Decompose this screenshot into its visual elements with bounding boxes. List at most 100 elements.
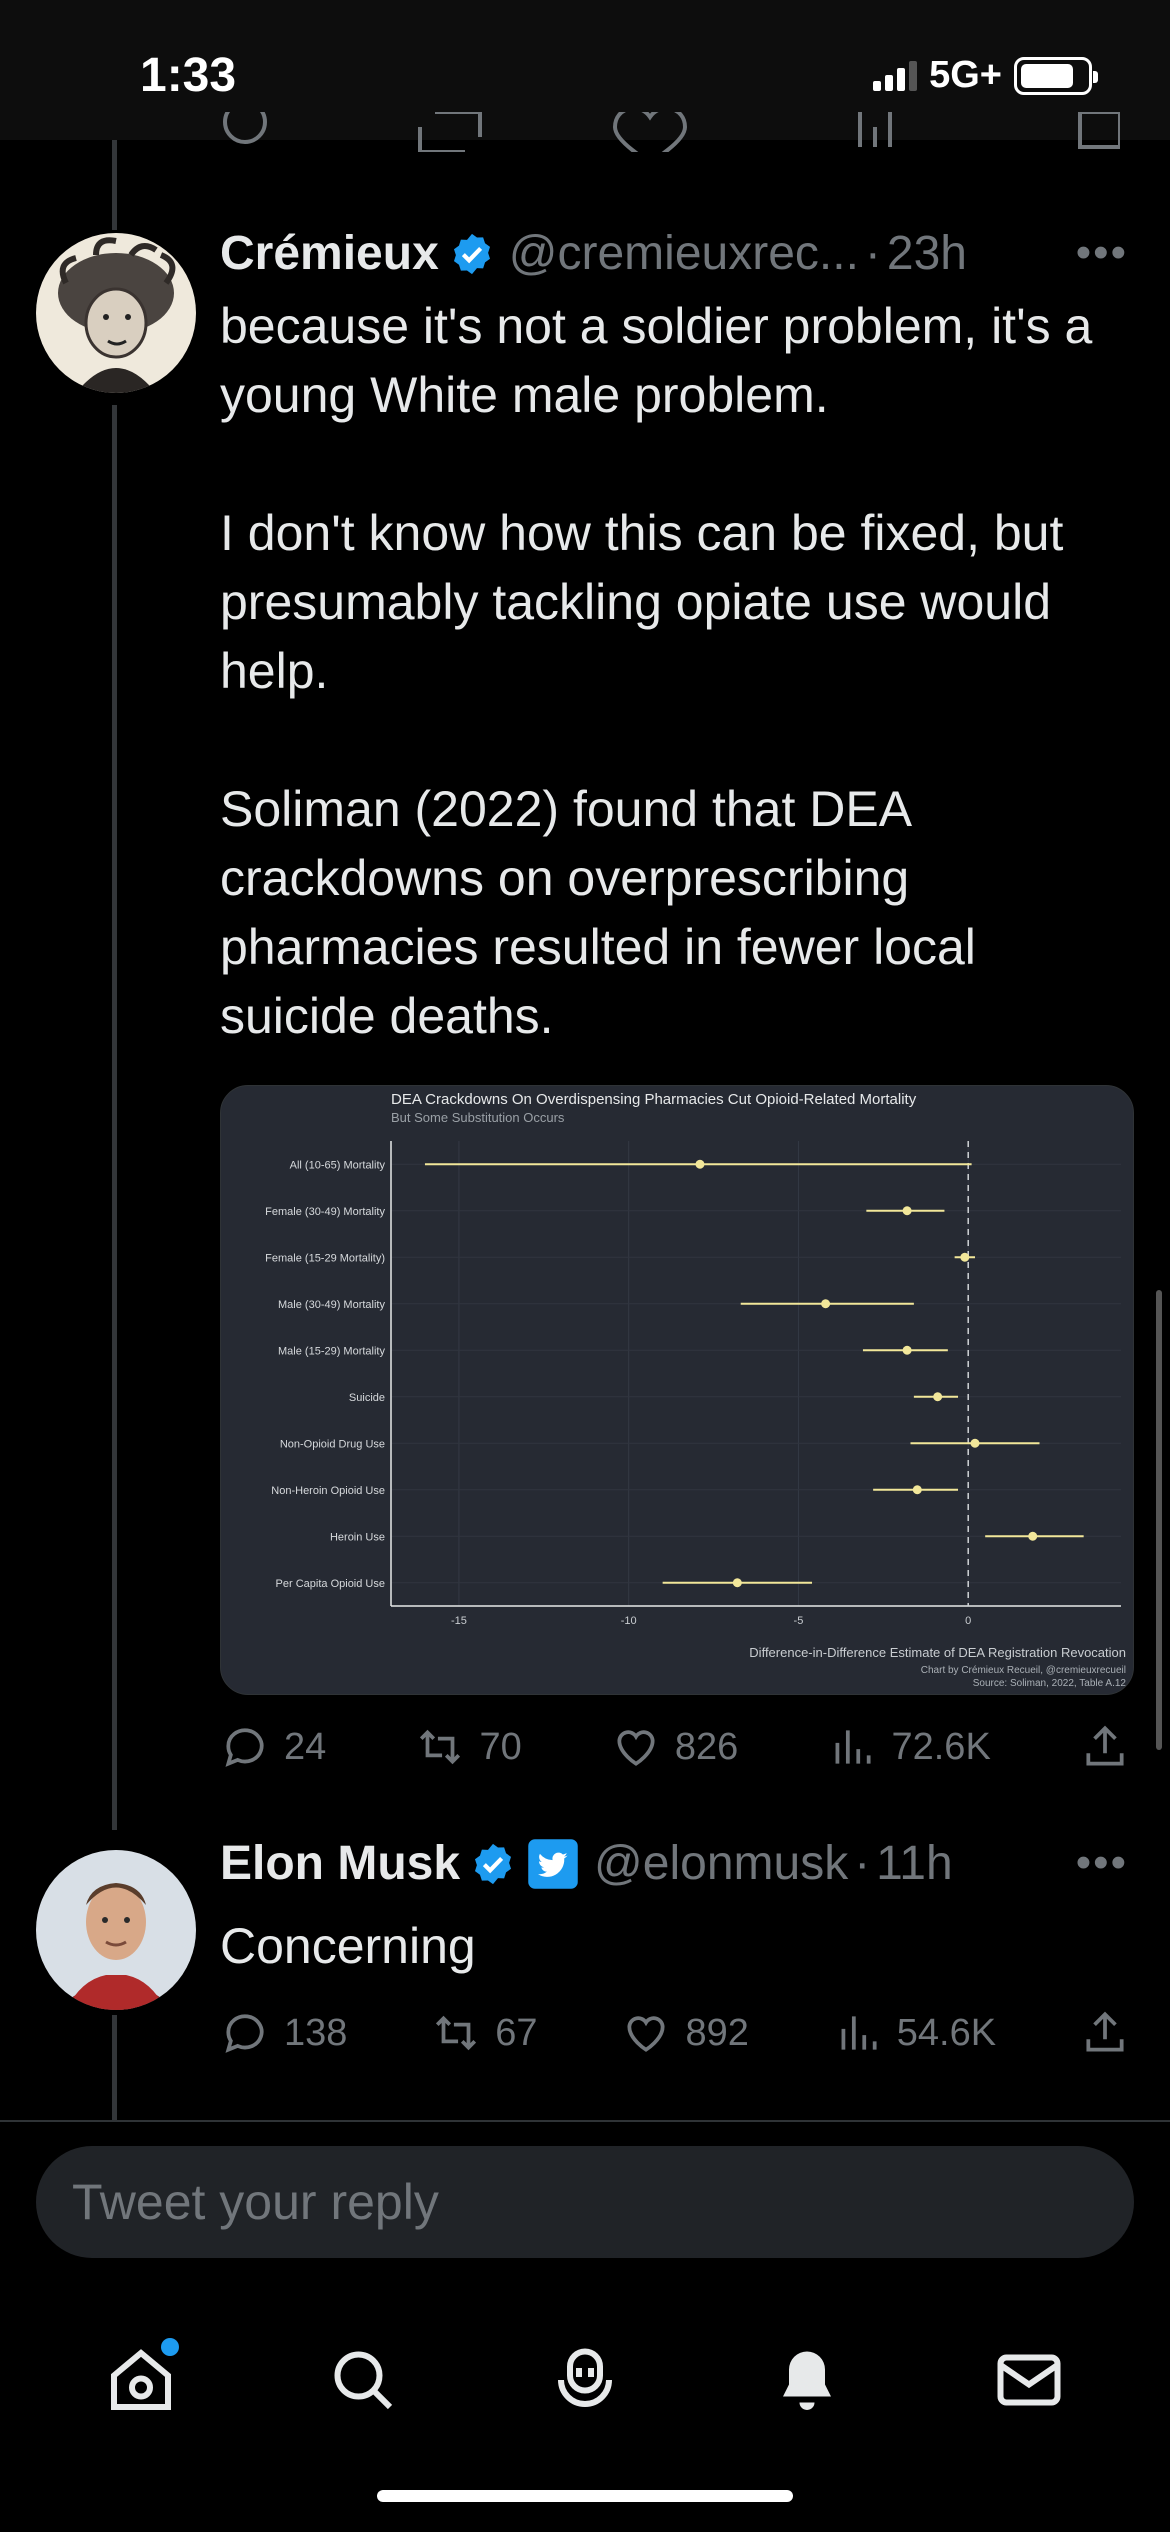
verified-badge-icon bbox=[475, 1843, 512, 1884]
views-button[interactable]: 72.6K bbox=[827, 1722, 991, 1772]
x-tick-label: 0 bbox=[965, 1615, 971, 1627]
nav-notifications[interactable] bbox=[767, 2340, 847, 2420]
point-estimate bbox=[960, 1252, 970, 1262]
y-tick-label: Per Capita Opioid Use bbox=[276, 1578, 385, 1590]
like-button[interactable]: 826 bbox=[611, 1722, 738, 1772]
views-button[interactable]: 54.6K bbox=[833, 2008, 996, 2058]
nav-home[interactable] bbox=[101, 2338, 181, 2420]
tweet-actions: 138 67 892 54.6K bbox=[220, 2008, 1130, 2058]
reply-button[interactable]: 24 bbox=[220, 1722, 326, 1772]
avatar[interactable] bbox=[36, 233, 196, 393]
heart-icon bbox=[627, 2016, 666, 2052]
more-options-icon[interactable]: ••• bbox=[1076, 228, 1128, 278]
y-tick-label: All (10-65) Mortality bbox=[290, 1159, 386, 1171]
retweet-icon bbox=[420, 1729, 461, 1765]
status-indicators: 5G+ bbox=[873, 54, 1098, 97]
user-handle[interactable]: @elonmusk bbox=[594, 1836, 848, 1891]
like-count: 826 bbox=[674, 1725, 739, 1768]
point-estimate bbox=[821, 1299, 831, 1309]
reply-count: 138 bbox=[284, 2011, 348, 2054]
notification-dot bbox=[161, 2338, 179, 2356]
scrollbar[interactable] bbox=[1156, 1290, 1162, 1750]
point-estimate bbox=[732, 1578, 742, 1588]
retweet-count: 67 bbox=[495, 2011, 538, 2054]
chart-title: DEA Crackdowns On Overdispensing Pharmac… bbox=[391, 1091, 917, 1108]
retweet-button[interactable]: 67 bbox=[431, 2008, 538, 2058]
x-tick-label: -15 bbox=[451, 1615, 467, 1627]
chart-image[interactable]: DEA Crackdowns On Overdispensing Pharmac… bbox=[220, 1085, 1134, 1695]
status-time: 1:33 bbox=[140, 49, 237, 102]
y-tick-label: Non-Heroin Opioid Use bbox=[271, 1485, 385, 1497]
view-count: 72.6K bbox=[891, 1725, 991, 1768]
share-icon bbox=[1086, 1725, 1124, 1766]
avatar-illustration-icon bbox=[36, 233, 196, 393]
forest-plot-chart: DEA Crackdowns On Overdispensing Pharmac… bbox=[265, 1091, 1127, 1689]
point-estimate bbox=[970, 1438, 980, 1448]
avatar-photo-icon bbox=[36, 1850, 196, 2010]
chart-credit: Chart by Crémieux Recueil, @cremieuxrecu… bbox=[921, 1665, 1126, 1676]
tweet-time[interactable]: 23h bbox=[887, 226, 967, 281]
y-tick-label: Female (15-29 Mortality) bbox=[265, 1252, 385, 1264]
point-estimate bbox=[933, 1392, 943, 1402]
display-name[interactable]: Elon Musk bbox=[220, 1836, 460, 1891]
y-tick-label: Male (30-49) Mortality bbox=[278, 1299, 385, 1311]
y-tick-label: Female (30-49) Mortality bbox=[265, 1206, 385, 1218]
point-estimate bbox=[1028, 1531, 1038, 1541]
point-estimate bbox=[902, 1345, 912, 1355]
display-name[interactable]: Crémieux bbox=[220, 226, 439, 281]
y-tick-label: Heroin Use bbox=[330, 1531, 385, 1543]
x-tick-label: -5 bbox=[794, 1615, 804, 1627]
search-icon bbox=[334, 2351, 393, 2410]
chart-source: Source: Soliman, 2022, Table A.12 bbox=[973, 1678, 1127, 1689]
tweet-text: because it's not a soldier problem, it's… bbox=[220, 298, 1093, 1044]
retweet-button[interactable]: 70 bbox=[415, 1722, 522, 1772]
reply-input[interactable]: Tweet your reply bbox=[36, 2146, 1134, 2258]
battery-icon bbox=[1014, 56, 1098, 95]
divider bbox=[0, 2120, 1170, 2122]
thread-line-bottom bbox=[112, 2015, 117, 2120]
twitter-affiliate-badge-icon bbox=[528, 1838, 578, 1889]
chart-subtitle: But Some Substitution Occurs bbox=[391, 1110, 565, 1125]
tweet-header: Crémieux @cremieuxrec... · 23h bbox=[220, 226, 967, 281]
share-button[interactable] bbox=[1080, 2008, 1130, 2058]
point-estimate bbox=[695, 1159, 705, 1169]
point-estimate bbox=[912, 1485, 922, 1495]
bell-icon bbox=[783, 2351, 831, 2410]
tweet-time[interactable]: 11h bbox=[876, 1836, 953, 1891]
y-tick-label: Non-Opioid Drug Use bbox=[280, 1438, 385, 1450]
more-options-icon[interactable]: ••• bbox=[1076, 1838, 1128, 1888]
view-count: 54.6K bbox=[896, 2011, 997, 2054]
cellular-signal-icon bbox=[873, 60, 918, 91]
like-button[interactable]: 892 bbox=[621, 2008, 749, 2058]
nav-search[interactable] bbox=[323, 2340, 403, 2420]
y-tick-label: Suicide bbox=[349, 1392, 385, 1404]
previous-tweet-actions bbox=[220, 112, 1120, 152]
thread-line-top bbox=[112, 140, 117, 230]
heart-icon bbox=[617, 1730, 655, 1766]
retweet-icon bbox=[436, 2015, 477, 2051]
reply-button[interactable]: 138 bbox=[220, 2008, 347, 2058]
views-chart-icon bbox=[836, 1730, 872, 1764]
views-chart-icon bbox=[841, 2016, 877, 2050]
nav-messages[interactable] bbox=[989, 2340, 1069, 2420]
retweet-count: 70 bbox=[479, 1725, 522, 1768]
point-estimate bbox=[902, 1206, 912, 1216]
user-handle[interactable]: @cremieuxrec... bbox=[509, 226, 859, 281]
separator-dot: · bbox=[864, 227, 881, 280]
reply-placeholder: Tweet your reply bbox=[72, 2174, 439, 2230]
verified-badge-icon bbox=[453, 233, 490, 274]
reply-icon bbox=[225, 2014, 264, 2053]
network-type: 5G+ bbox=[929, 54, 1002, 96]
chart-xlabel: Difference-in-Difference Estimate of DEA… bbox=[749, 1645, 1126, 1660]
reply-icon bbox=[225, 1728, 264, 1767]
share-button[interactable] bbox=[1080, 1722, 1130, 1772]
avatar[interactable] bbox=[36, 1850, 196, 2010]
mail-icon bbox=[997, 2354, 1061, 2406]
tweet-actions: 24 70 826 72.6K bbox=[220, 1722, 1130, 1772]
separator-dot: · bbox=[854, 1837, 871, 1890]
x-tick-label: -10 bbox=[621, 1615, 637, 1627]
reply-count: 24 bbox=[284, 1725, 327, 1768]
y-tick-label: Male (15-29) Mortality bbox=[278, 1345, 385, 1357]
home-indicator bbox=[377, 2490, 793, 2502]
nav-spaces[interactable] bbox=[545, 2340, 625, 2420]
